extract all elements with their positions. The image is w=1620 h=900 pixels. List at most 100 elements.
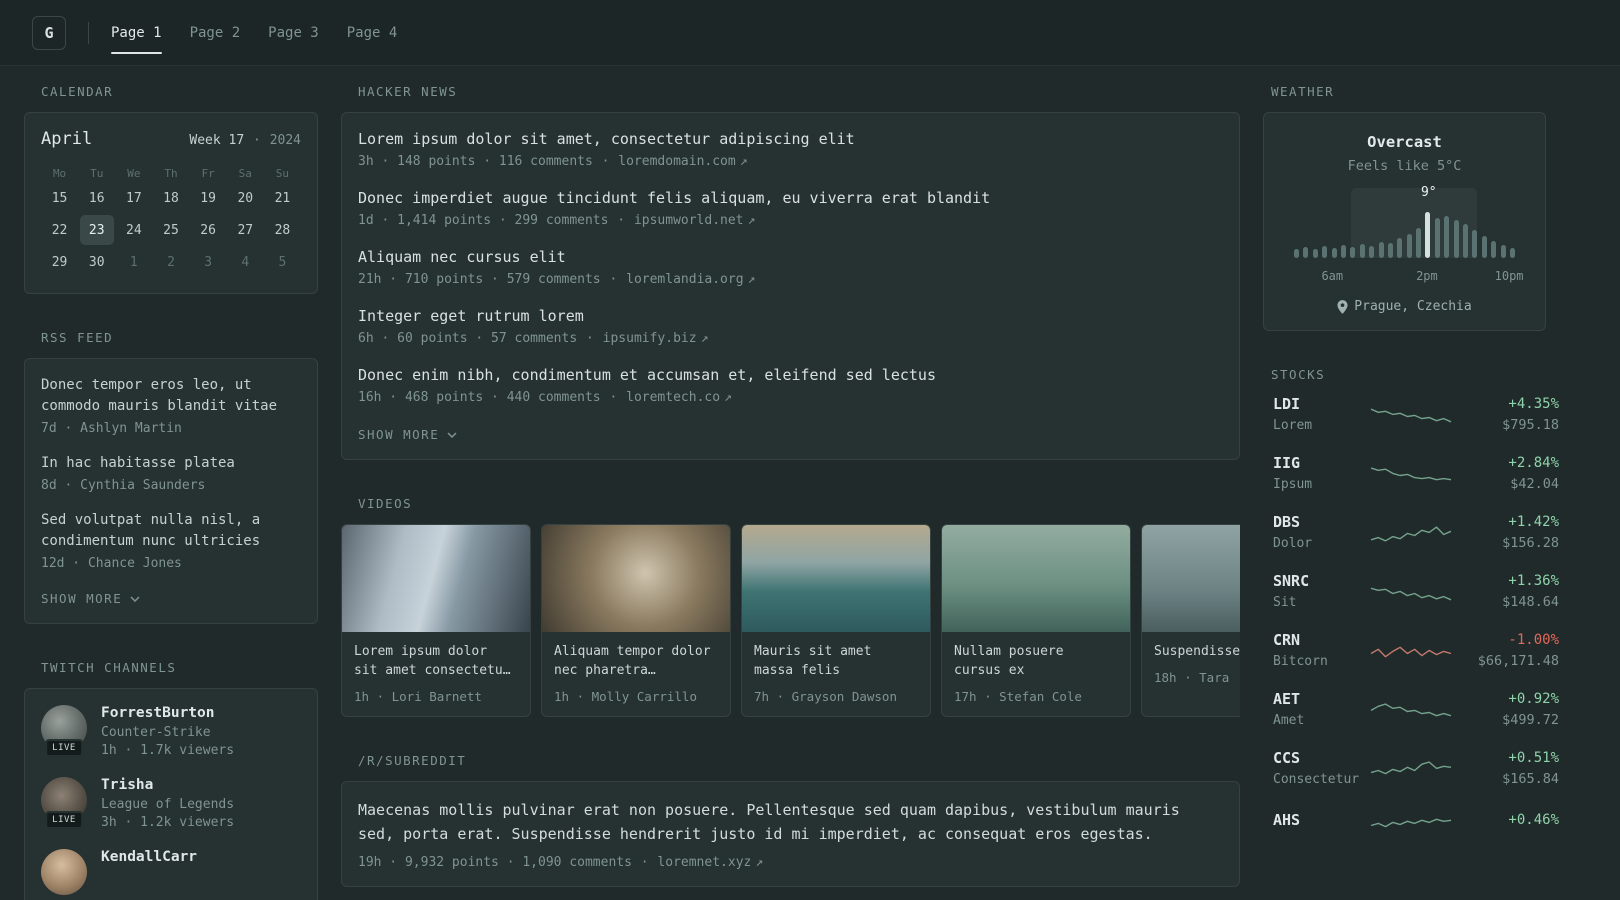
video-card[interactable]: Suspendisse diam 18h · Tara xyxy=(1141,524,1240,717)
stock-id: LDI Lorem xyxy=(1273,395,1369,433)
hn-item-source: loremtech.co xyxy=(626,390,721,405)
calendar-year: 2024 xyxy=(269,133,301,148)
channel-name[interactable]: Trisha xyxy=(101,777,234,793)
stock-id: CRN Bitcorn xyxy=(1273,631,1369,669)
tab-page-1[interactable]: Page 1 xyxy=(111,0,162,65)
video-thumbnail[interactable] xyxy=(742,525,930,632)
header-divider xyxy=(88,21,89,44)
weather-card: Overcast Feels like 5°C 9° 6am 2pm 10pm … xyxy=(1263,112,1546,331)
video-card[interactable]: Lorem ipsum dolor sit amet consectetu… 1… xyxy=(341,524,531,717)
channel-name[interactable]: ForrestBurton xyxy=(101,705,234,721)
weather-time-labels: 6am 2pm 10pm xyxy=(1280,269,1529,285)
separator-dot: · xyxy=(578,331,602,346)
stocks-widget: STOCKS LDI Lorem +4.35% $795.18 IIG Ipsu… xyxy=(1263,367,1559,836)
hn-item-title[interactable]: Lorem ipsum dolor sit amet, consectetur … xyxy=(358,129,1223,150)
weather-bar xyxy=(1303,247,1309,258)
section-title-rss: RSS FEED xyxy=(41,330,114,345)
stock-change: +1.42% xyxy=(1508,513,1559,530)
tab-page-3[interactable]: Page 3 xyxy=(268,0,319,65)
video-title[interactable]: Suspendisse diam xyxy=(1154,642,1240,661)
hn-item-source-link[interactable]: ipsumify.biz ↗ xyxy=(603,331,709,346)
channel-name[interactable]: KendallCarr xyxy=(101,849,197,865)
video-title[interactable]: Nullam posuere cursus ex xyxy=(954,642,1118,680)
hn-item-title[interactable]: Donec imperdiet augue tincidunt felis al… xyxy=(358,188,1223,209)
video-info: Mauris sit amet massa felis 7h · Grayson… xyxy=(742,632,930,716)
channel-avatar[interactable] xyxy=(41,849,87,895)
rss-item-title[interactable]: Sed volutpat nulla nisl, a condimentum n… xyxy=(41,510,301,552)
hn-item-source: ipsumworld.net xyxy=(633,213,744,228)
video-thumbnail[interactable] xyxy=(542,525,730,632)
channel-game: Counter-Strike xyxy=(101,725,211,740)
weather-bar xyxy=(1387,243,1393,258)
subreddit-card: Maecenas mollis pulvinar erat non posuer… xyxy=(341,781,1240,887)
hn-item-title[interactable]: Donec enim nibh, condimentum et accumsan… xyxy=(358,365,1223,386)
subreddit-widget: /R/SUBREDDIT Maecenas mollis pulvinar er… xyxy=(341,753,1240,887)
channel-viewers: 1h · 1.7k viewers xyxy=(101,743,235,758)
stock-sparkline xyxy=(1370,526,1452,542)
stock-sparkline xyxy=(1370,818,1452,828)
video-title[interactable]: Mauris sit amet massa felis xyxy=(754,642,918,680)
stock-price: $66,171.48 xyxy=(1477,652,1559,669)
show-more-label: SHOW MORE xyxy=(41,591,123,606)
video-title[interactable]: Lorem ipsum dolor sit amet consectetu… xyxy=(354,642,518,680)
stock-price: $156.28 xyxy=(1502,534,1559,551)
stock-row[interactable]: CCS Consectetur +0.51% $165.84 xyxy=(1263,749,1559,787)
channel-avatar[interactable]: LIVE xyxy=(41,777,87,829)
video-thumbnail[interactable] xyxy=(942,525,1130,632)
stock-row[interactable]: AHS +0.46% xyxy=(1263,808,1559,836)
hn-item-title[interactable]: Integer eget rutrum lorem xyxy=(358,306,1223,327)
stock-name: Sit xyxy=(1273,595,1297,610)
hn-item-meta: 16h · 468 points · 440 comments · loremt… xyxy=(358,390,1223,405)
stock-row[interactable]: SNRC Sit +1.36% $148.64 xyxy=(1263,572,1559,610)
video-card[interactable]: Mauris sit amet massa felis 7h · Grayson… xyxy=(741,524,931,717)
hn-item-source-link[interactable]: loremtech.co ↗ xyxy=(626,390,732,405)
calendar-day-selected: 23 xyxy=(79,215,114,245)
calendar-day: 22 xyxy=(51,222,68,238)
hn-show-more-button[interactable]: SHOW MORE xyxy=(358,427,457,442)
subreddit-source-link[interactable]: loremnet.xyz ↗ xyxy=(657,855,763,870)
stock-change: -1.00% xyxy=(1508,631,1559,648)
calendar-day-header: Fr xyxy=(201,167,215,180)
stock-symbol: IIG xyxy=(1273,454,1301,472)
video-meta: 1h · Lori Barnett xyxy=(354,689,482,704)
hn-item-source-link[interactable]: loremlandia.org ↗ xyxy=(626,272,755,287)
rss-show-more-button[interactable]: SHOW MORE xyxy=(41,591,140,606)
channel-avatar[interactable]: LIVE xyxy=(41,705,87,757)
subreddit-post-title[interactable]: Maecenas mollis pulvinar erat non posuer… xyxy=(358,798,1223,846)
weather-bar xyxy=(1472,230,1478,258)
external-link-icon: ↗ xyxy=(755,855,764,870)
rss-item-title[interactable]: Donec tempor eros leo, ut commodo mauris… xyxy=(41,375,301,417)
section-title-calendar: CALENDAR xyxy=(41,84,114,99)
stock-row[interactable]: LDI Lorem +4.35% $795.18 xyxy=(1263,395,1559,433)
stock-row[interactable]: AET Amet +0.92% $499.72 xyxy=(1263,690,1559,728)
video-title[interactable]: Aliquam tempor dolor nec pharetra… xyxy=(554,642,718,680)
separator-dot: · xyxy=(609,213,633,228)
tab-page-4[interactable]: Page 4 xyxy=(347,0,398,65)
hn-item-source-link[interactable]: loremdomain.com ↗ xyxy=(618,154,747,169)
hn-item-title[interactable]: Aliquam nec cursus elit xyxy=(358,247,1223,268)
video-info: Nullam posuere cursus ex 17h · Stefan Co… xyxy=(942,632,1130,716)
video-thumbnail[interactable] xyxy=(1142,525,1240,632)
stock-row[interactable]: IIG Ipsum +2.84% $42.04 xyxy=(1263,454,1559,492)
tab-page-2[interactable]: Page 2 xyxy=(190,0,241,65)
video-card[interactable]: Aliquam tempor dolor nec pharetra… 1h · … xyxy=(541,524,731,717)
stock-row[interactable]: DBS Dolor +1.42% $156.28 xyxy=(1263,513,1559,551)
video-card[interactable]: Nullam posuere cursus ex 17h · Stefan Co… xyxy=(941,524,1131,717)
calendar-header: April Week 17 · 2024 xyxy=(41,129,301,149)
stock-id: AHS xyxy=(1273,811,1369,834)
hn-item-source-link[interactable]: ipsumworld.net ↗ xyxy=(634,213,755,228)
external-link-icon: ↗ xyxy=(747,213,756,228)
separator-dot: · xyxy=(601,390,626,405)
stock-symbol: AET xyxy=(1273,690,1301,708)
video-info: Aliquam tempor dolor nec pharetra… 1h · … xyxy=(542,632,730,716)
stock-name: Bitcorn xyxy=(1273,654,1328,669)
stock-row[interactable]: CRN Bitcorn -1.00% $66,171.48 xyxy=(1263,631,1559,669)
rss-item-title[interactable]: In hac habitasse platea xyxy=(41,453,301,474)
calendar-day: 21 xyxy=(274,190,291,206)
hackernews-card: Lorem ipsum dolor sit amet, consectetur … xyxy=(341,112,1240,460)
hn-item: Lorem ipsum dolor sit amet, consectetur … xyxy=(358,129,1223,169)
video-thumbnail[interactable] xyxy=(342,525,530,632)
weather-bar xyxy=(1294,249,1299,258)
stock-numbers: +2.84% $42.04 xyxy=(1453,455,1559,492)
stock-sparkline xyxy=(1370,467,1452,481)
